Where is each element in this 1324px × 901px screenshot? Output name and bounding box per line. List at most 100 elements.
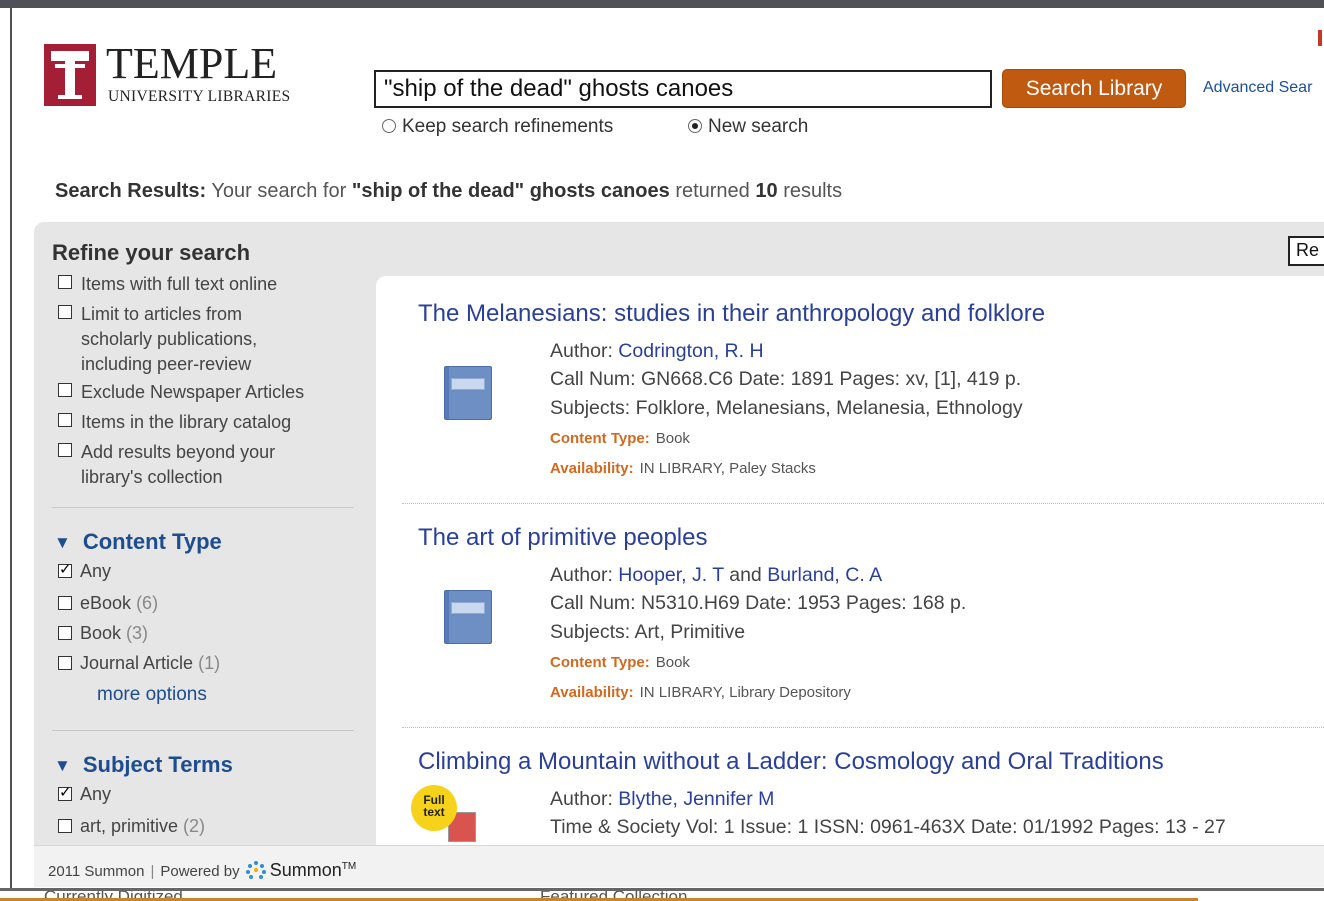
powered-by-label: Powered by	[160, 863, 240, 880]
results-list: The Melanesians: studies in their anthro…	[376, 276, 1324, 848]
checkbox-icon	[58, 305, 72, 319]
checkbox-icon	[58, 413, 72, 427]
checkbox-icon	[58, 383, 72, 397]
checkbox-icon	[58, 819, 72, 833]
availability-value: IN LIBRARY, Library Depository	[639, 684, 851, 701]
results-summary-query: "ship of the dead" ghosts canoes	[351, 180, 670, 202]
advanced-search-link[interactable]: Advanced Sear	[1203, 79, 1312, 97]
facet-option-any[interactable]: Any	[58, 560, 112, 582]
checkbox-checked-icon	[58, 560, 72, 578]
author-join: and	[729, 564, 762, 586]
divider	[52, 730, 354, 731]
facet-option-label: Any	[80, 561, 112, 581]
result-separator	[402, 727, 1324, 728]
content-type-value: Book	[655, 654, 690, 671]
facet-option-book[interactable]: Book (3)	[58, 623, 148, 644]
new-search-radio[interactable]: New search	[688, 116, 808, 138]
result-separator	[402, 503, 1324, 504]
facet-option-journal-article[interactable]: Journal Article (1)	[58, 653, 220, 674]
results-summary: Search Results: Your search for "ship of…	[55, 180, 842, 203]
result-title-link[interactable]: The art of primitive peoples	[418, 524, 707, 552]
book-icon[interactable]	[444, 366, 492, 420]
filter-label: Exclude Newspaper Articles	[81, 382, 305, 402]
filter-label: Limit to articles from scholarly publica…	[81, 304, 258, 374]
facet-option-art-primitive[interactable]: art, primitive (2)	[58, 816, 205, 837]
facet-option-ebook[interactable]: eBook (6)	[58, 593, 158, 614]
corner-marker	[1318, 30, 1322, 46]
search-input[interactable]: "ship of the dead" ghosts canoes	[374, 70, 992, 108]
result-callnum-line: Call Num: N5310.H69 Date: 1953 Pages: 16…	[550, 592, 967, 614]
book-icon[interactable]	[444, 590, 492, 644]
result-title-link[interactable]: The Melanesians: studies in their anthro…	[418, 300, 1045, 328]
results-summary-suffix: results	[783, 180, 843, 202]
author-label: Author:	[550, 564, 613, 586]
behind-currently-digitized: Currently Digitized	[44, 887, 183, 898]
more-options-link[interactable]: more options	[97, 684, 207, 706]
results-summary-prefix: Your search for	[211, 180, 347, 202]
filter-label: Items with full text online	[81, 274, 278, 294]
summon-brand[interactable]: SummonTM	[270, 860, 356, 880]
footer-year: 2011 Summon	[48, 863, 145, 880]
result-availability: Availability: IN LIBRARY, Paley Stacks	[550, 460, 816, 477]
result-title-link[interactable]: Climbing a Mountain without a Ladder: Co…	[418, 748, 1164, 776]
triangle-down-icon: ▼	[54, 533, 71, 552]
filter-full-text-online[interactable]: Items with full text online	[58, 272, 277, 297]
author-link[interactable]: Burland, C. A	[767, 564, 882, 586]
facet-option-any[interactable]: Any	[58, 783, 112, 805]
filter-label: Add results beyond your library's collec…	[81, 442, 276, 487]
radio-button-icon	[382, 119, 396, 133]
result-subjects-line: Subjects: Art, Primitive	[550, 621, 746, 643]
content-type-title: Content Type	[82, 529, 222, 554]
filter-exclude-newspapers[interactable]: Exclude Newspaper Articles	[58, 380, 304, 405]
keep-refinements-radio[interactable]: Keep search refinements	[382, 116, 613, 138]
facet-option-label: Book	[80, 623, 122, 643]
facet-count: (1)	[198, 653, 221, 673]
subject-terms-title: Subject Terms	[82, 752, 233, 777]
author-link[interactable]: Hooper, J. T	[618, 564, 724, 586]
facet-option-label: art, primitive	[80, 816, 179, 836]
availability-key: Availability:	[550, 460, 634, 477]
content-type-facet-toggle[interactable]: ▼ Content Type	[54, 529, 222, 555]
filter-library-catalog[interactable]: Items in the library catalog	[58, 410, 291, 435]
footer-text: 2011 Summon | Powered by SummonTM	[48, 860, 357, 880]
checkbox-icon	[58, 275, 72, 289]
author-link[interactable]: Blythe, Jennifer M	[618, 788, 774, 810]
full-text-badge-icon[interactable]: Full text	[414, 788, 476, 842]
window-bottom-border	[0, 888, 1324, 891]
result-callnum-line: Call Num: GN668.C6 Date: 1891 Pages: xv,…	[550, 368, 1022, 390]
results-summary-label: Search Results:	[55, 180, 207, 202]
temple-logo[interactable]: TEMPLE UNIVERSITY LIBRARIES	[44, 39, 356, 108]
checkbox-icon	[58, 626, 72, 640]
logo-subtitle: UNIVERSITY LIBRARIES	[108, 88, 291, 105]
filter-beyond-collection[interactable]: Add results beyond your library's collec…	[58, 440, 358, 490]
content-type-key: Content Type:	[550, 430, 650, 447]
result-author-line: Author: Codrington, R. H	[550, 340, 764, 363]
search-library-button[interactable]: Search Library	[1002, 69, 1186, 108]
facet-option-label: Any	[80, 784, 112, 804]
sort-select[interactable]: Re	[1288, 236, 1324, 266]
results-count: 10	[755, 180, 778, 202]
filter-label: Items in the library catalog	[81, 412, 292, 432]
behind-featured-collection: Featured Collection	[540, 887, 688, 898]
radio-button-selected-icon	[688, 119, 702, 133]
footer: 2011 Summon | Powered by SummonTM	[34, 845, 1324, 887]
refine-search-heading: Refine your search	[52, 240, 251, 265]
result-availability: Availability: IN LIBRARY, Library Deposit…	[550, 684, 851, 701]
subject-terms-facet-toggle[interactable]: ▼ Subject Terms	[54, 752, 233, 778]
triangle-down-icon: ▼	[54, 756, 71, 775]
content-type-key: Content Type:	[550, 654, 650, 671]
badge-text: Full text	[423, 793, 445, 819]
author-label: Author:	[550, 788, 613, 810]
result-author-line: Author: Hooper, J. T and Burland, C. A	[550, 564, 882, 587]
temple-t-icon	[44, 44, 96, 106]
logo-wordmark: TEMPLE	[106, 39, 278, 88]
filter-scholarly-publications[interactable]: Limit to articles from scholarly publica…	[58, 302, 358, 377]
author-link[interactable]: Codrington, R. H	[618, 340, 763, 362]
divider	[52, 507, 354, 508]
facet-option-label: Journal Article	[80, 653, 194, 673]
window-top-border	[0, 0, 1324, 8]
checkbox-icon	[58, 656, 72, 670]
result-content-type: Content Type: Book	[550, 654, 690, 671]
availability-key: Availability:	[550, 684, 634, 701]
result-details-line: Time & Society Vol: 1 Issue: 1 ISSN: 096…	[550, 816, 1226, 838]
